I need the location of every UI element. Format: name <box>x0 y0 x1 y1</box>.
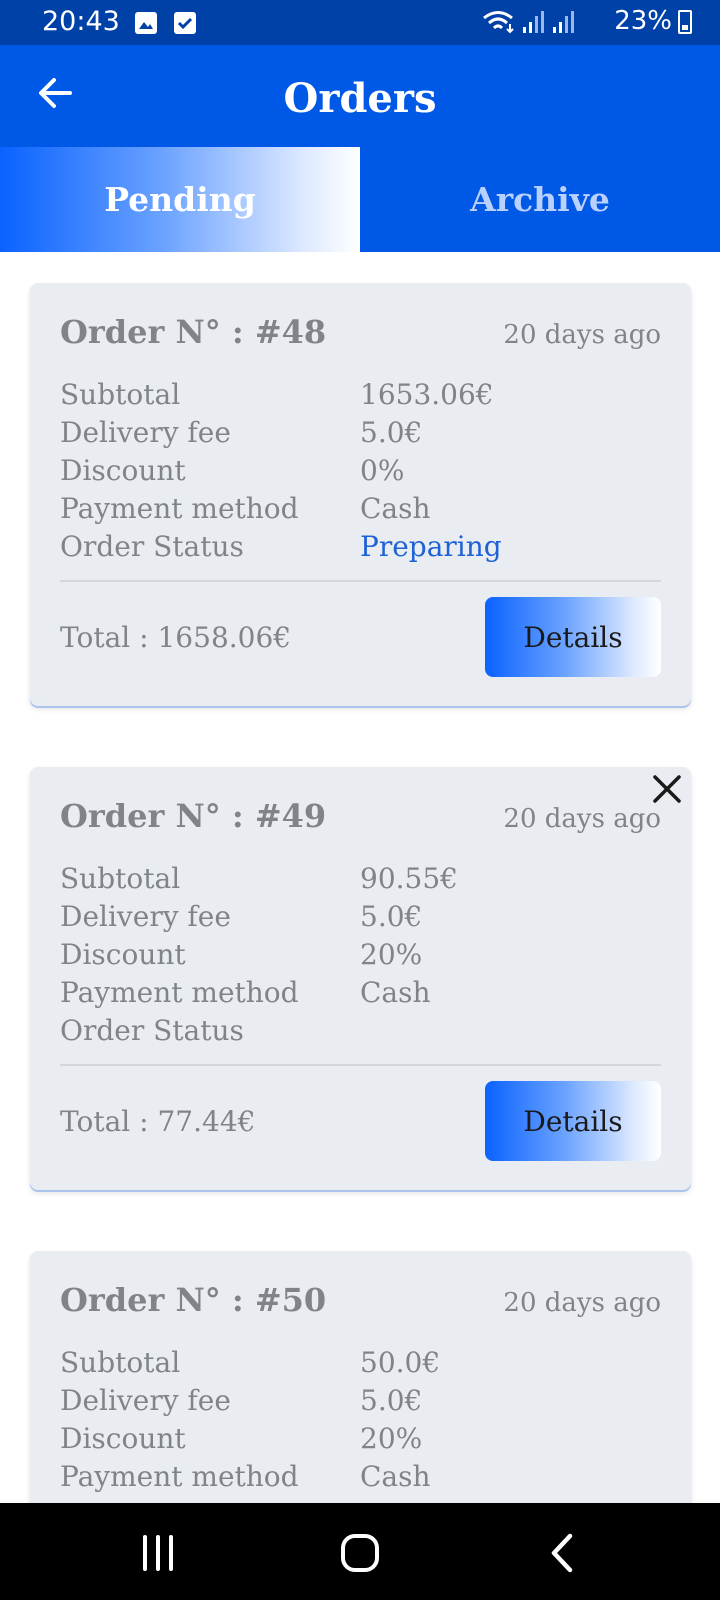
system-nav-bar <box>0 1503 720 1600</box>
home-button[interactable] <box>330 1523 390 1583</box>
tab-bar: Pending Archive <box>0 147 720 252</box>
detail-value: 5.0€ <box>360 899 423 933</box>
order-total: Total : 1658.06€ <box>60 621 292 654</box>
detail-label: Payment method <box>60 1459 299 1493</box>
checkbox-icon <box>174 12 196 34</box>
battery-icon <box>678 10 692 34</box>
detail-label: Subtotal <box>60 1345 181 1379</box>
detail-value: Cash <box>360 491 431 525</box>
detail-row: Subtotal 50.0€ <box>60 1343 661 1381</box>
detail-row: Discount 0% <box>60 451 661 489</box>
detail-label: Delivery fee <box>60 1383 231 1417</box>
order-card: Order N° : #48 20 days ago Subtotal 1653.… <box>30 283 691 706</box>
battery-percent: 23% <box>614 6 672 36</box>
detail-value: 20% <box>360 937 423 971</box>
status-bar: 20:43 23% <box>0 0 720 45</box>
detail-value: 5.0€ <box>360 1383 423 1417</box>
detail-label: Delivery fee <box>60 415 231 449</box>
detail-label: Discount <box>60 937 186 971</box>
home-icon <box>341 1534 379 1572</box>
divider <box>60 580 661 582</box>
detail-row: Subtotal 1653.06€ <box>60 375 661 413</box>
detail-label: Order Status <box>60 529 244 563</box>
divider <box>60 1064 661 1066</box>
order-total: Total : 77.44€ <box>60 1105 256 1138</box>
detail-label: Discount <box>60 453 186 487</box>
page-title: Orders <box>283 75 437 122</box>
wifi-icon <box>483 11 514 34</box>
detail-value: Cash <box>360 975 431 1009</box>
order-card: Order N° : #49 20 days ago Subtotal 90.55… <box>30 767 691 1190</box>
detail-row: Discount 20% <box>60 1419 661 1457</box>
detail-value: 1653.06€ <box>360 377 494 411</box>
order-time: 20 days ago <box>503 804 661 834</box>
order-time: 20 days ago <box>503 320 661 350</box>
detail-value: 90.55€ <box>360 861 458 895</box>
order-status-value: Preparing <box>360 529 502 563</box>
recent-apps-button[interactable] <box>128 1523 188 1583</box>
detail-value: 0% <box>360 453 405 487</box>
recent-apps-icon <box>143 1535 173 1571</box>
detail-label: Discount <box>60 1421 186 1455</box>
app-bar: Orders <box>0 45 720 147</box>
detail-row: Order Status Preparing <box>60 527 661 565</box>
detail-row: Subtotal 90.55€ <box>60 859 661 897</box>
order-number: Order N° : #49 <box>60 797 327 835</box>
order-number: Order N° : #50 <box>60 1281 327 1319</box>
detail-value: 5.0€ <box>360 415 423 449</box>
detail-row: Payment method Cash <box>60 1457 661 1495</box>
image-icon <box>135 12 157 34</box>
detail-value: 50.0€ <box>360 1345 441 1379</box>
nav-back-icon <box>551 1533 573 1573</box>
detail-label: Delivery fee <box>60 899 231 933</box>
detail-label: Order Status <box>60 1013 244 1047</box>
detail-value: 20% <box>360 1421 423 1455</box>
status-time: 20:43 <box>42 6 120 37</box>
order-time: 20 days ago <box>503 1288 661 1318</box>
detail-row: Payment method Cash <box>60 489 661 527</box>
detail-row: Payment method Cash <box>60 973 661 1011</box>
details-button[interactable]: Details <box>485 1081 661 1161</box>
details-button[interactable]: Details <box>485 597 661 677</box>
detail-label: Payment method <box>60 975 299 1009</box>
detail-row: Delivery fee 5.0€ <box>60 1381 661 1419</box>
detail-label: Payment method <box>60 491 299 525</box>
nav-back-button[interactable] <box>534 1523 594 1583</box>
order-number: Order N° : #48 <box>60 313 327 351</box>
detail-row: Order Status <box>60 1011 661 1049</box>
detail-value: Cash <box>360 1459 431 1493</box>
tab-pending[interactable]: Pending <box>0 147 360 252</box>
detail-row: Discount 20% <box>60 935 661 973</box>
detail-row: Delivery fee 5.0€ <box>60 413 661 451</box>
detail-label: Subtotal <box>60 377 181 411</box>
detail-label: Subtotal <box>60 861 181 895</box>
detail-row: Delivery fee 5.0€ <box>60 897 661 935</box>
tab-archive[interactable]: Archive <box>360 147 720 252</box>
signal-icon <box>523 11 544 33</box>
signal-icon <box>553 11 574 33</box>
